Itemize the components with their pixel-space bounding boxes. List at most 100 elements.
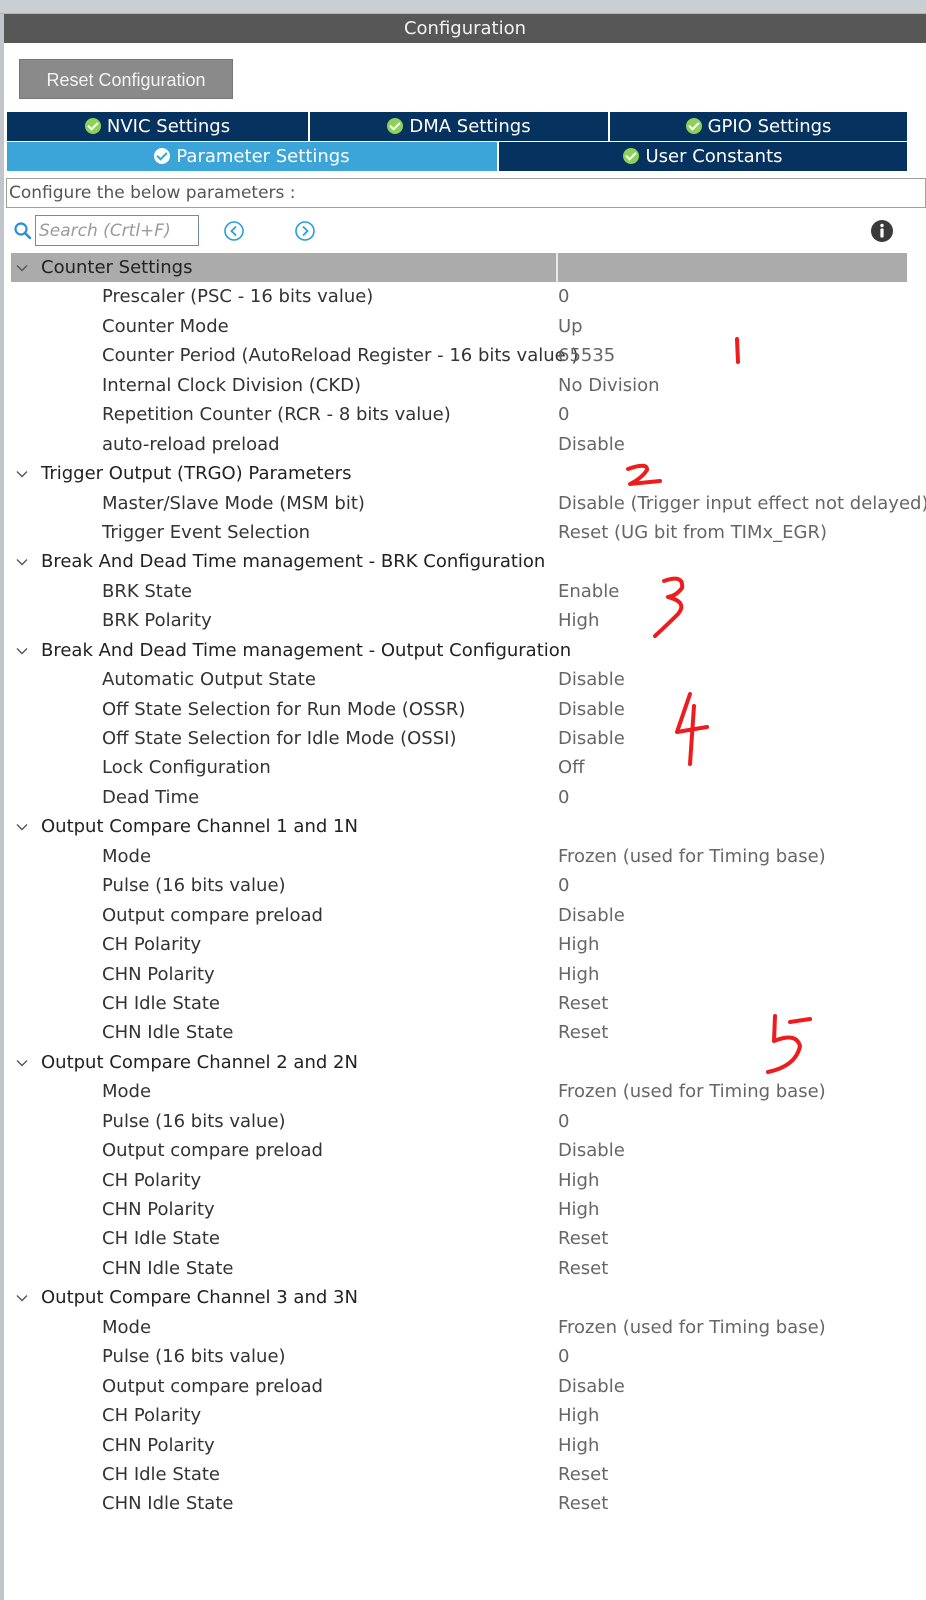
parameter-row[interactable]: Prescaler (PSC - 16 bits value) 0: [11, 282, 907, 311]
parameter-row[interactable]: CHN Polarity High: [11, 960, 907, 989]
parameter-value[interactable]: Reset: [558, 1460, 608, 1489]
parameter-row[interactable]: Output compare preload Disable: [11, 1372, 907, 1401]
chevron-down-icon[interactable]: [16, 821, 28, 833]
parameter-row[interactable]: CHN Polarity High: [11, 1431, 907, 1460]
parameter-value[interactable]: Disable: [558, 1136, 625, 1165]
parameter-value[interactable]: High: [558, 1195, 599, 1224]
parameter-row[interactable]: Mode Frozen (used for Timing base): [11, 1313, 907, 1342]
parameter-value[interactable]: Frozen (used for Timing base): [558, 1313, 826, 1342]
parameter-row[interactable]: Trigger Event Selection Reset (UG bit fro…: [11, 518, 907, 547]
reset-configuration-button[interactable]: Reset Configuration: [19, 59, 233, 99]
check-circle-icon: [84, 118, 101, 134]
parameter-value[interactable]: High: [558, 1166, 599, 1195]
parameter-value[interactable]: Reset: [558, 1254, 608, 1283]
chevron-down-icon[interactable]: [16, 262, 28, 274]
chevron-down-icon[interactable]: [16, 556, 28, 568]
parameter-value[interactable]: Disable: [558, 724, 625, 753]
parameter-row[interactable]: CH Polarity High: [11, 1401, 907, 1430]
parameter-value[interactable]: Enable: [558, 577, 619, 606]
parameter-row[interactable]: Lock Configuration Off: [11, 753, 907, 782]
parameter-value[interactable]: Disable: [558, 695, 625, 724]
parameter-name: CH Polarity: [102, 1169, 202, 1191]
parameter-value[interactable]: High: [558, 960, 599, 989]
parameter-row[interactable]: CHN Polarity High: [11, 1195, 907, 1224]
parameter-row[interactable]: Output compare preload Disable: [11, 901, 907, 930]
chevron-down-icon[interactable]: [16, 1292, 28, 1304]
parameter-row[interactable]: Pulse (16 bits value) 0: [11, 1342, 907, 1371]
parameter-value[interactable]: Reset: [558, 1224, 608, 1253]
parameter-row[interactable]: Pulse (16 bits value) 0: [11, 1107, 907, 1136]
parameter-value[interactable]: 0: [558, 1107, 569, 1136]
section-header[interactable]: Trigger Output (TRGO) Parameters: [11, 459, 907, 488]
section-header[interactable]: Break And Dead Time management - BRK Con…: [11, 547, 907, 576]
parameter-row[interactable]: CH Idle State Reset: [11, 989, 907, 1018]
parameter-row[interactable]: auto-reload preload Disable: [11, 430, 907, 459]
parameter-value[interactable]: 0: [558, 282, 569, 311]
parameter-value[interactable]: 0: [558, 400, 569, 429]
parameter-value[interactable]: 0: [558, 1342, 569, 1371]
parameter-row[interactable]: Repetition Counter (RCR - 8 bits value) 0: [11, 400, 907, 429]
parameter-value[interactable]: Frozen (used for Timing base): [558, 1077, 826, 1106]
parameter-value[interactable]: No Division: [558, 371, 660, 400]
parameter-row[interactable]: Off State Selection for Run Mode (OSSR) D…: [11, 695, 907, 724]
parameter-value[interactable]: Up: [558, 312, 583, 341]
info-icon[interactable]: [870, 219, 894, 243]
parameter-value[interactable]: Disable: [558, 665, 625, 694]
parameter-value[interactable]: Reset: [558, 989, 608, 1018]
parameter-value[interactable]: High: [558, 930, 599, 959]
parameter-row[interactable]: BRK Polarity High: [11, 606, 907, 635]
chevron-down-icon[interactable]: [16, 645, 28, 657]
parameter-row[interactable]: Automatic Output State Disable: [11, 665, 907, 694]
parameter-row[interactable]: Master/Slave Mode (MSM bit) Disable (Trig…: [11, 489, 926, 518]
parameter-value[interactable]: High: [558, 1401, 599, 1430]
tab-dma-settings[interactable]: DMA Settings: [310, 112, 608, 141]
parameter-row[interactable]: Off State Selection for Idle Mode (OSSI)…: [11, 724, 907, 753]
parameter-row[interactable]: CHN Idle State Reset: [11, 1018, 907, 1047]
parameter-row[interactable]: Mode Frozen (used for Timing base): [11, 842, 907, 871]
parameter-row[interactable]: Counter Mode Up: [11, 312, 907, 341]
parameter-row[interactable]: Dead Time 0: [11, 783, 907, 812]
section-header[interactable]: Counter Settings: [11, 253, 907, 283]
parameter-row[interactable]: Mode Frozen (used for Timing base): [11, 1077, 907, 1106]
parameter-value[interactable]: Disable: [558, 901, 625, 930]
section-header[interactable]: Output Compare Channel 3 and 3N: [11, 1283, 907, 1312]
parameter-value[interactable]: Disable (Trigger input effect not delaye…: [558, 489, 926, 518]
parameter-value[interactable]: Off: [558, 753, 585, 782]
parameter-row[interactable]: Pulse (16 bits value) 0: [11, 871, 907, 900]
tab-parameter-settings[interactable]: Parameter Settings: [7, 142, 497, 171]
search-input[interactable]: [35, 215, 199, 246]
parameter-row[interactable]: Output compare preload Disable: [11, 1136, 907, 1165]
parameter-row[interactable]: CH Idle State Reset: [11, 1460, 907, 1489]
tab-nvic-settings[interactable]: NVIC Settings: [7, 112, 308, 141]
parameter-value[interactable]: 0: [558, 783, 569, 812]
parameter-value[interactable]: Frozen (used for Timing base): [558, 842, 826, 871]
parameter-value[interactable]: Reset: [558, 1018, 608, 1047]
parameter-row[interactable]: CH Idle State Reset: [11, 1224, 907, 1253]
tab-user-constants[interactable]: User Constants: [499, 142, 907, 171]
chevron-down-icon[interactable]: [16, 1057, 28, 1069]
parameter-row[interactable]: CH Polarity High: [11, 930, 907, 959]
arrow-left-circle-icon[interactable]: [223, 220, 245, 242]
parameter-row[interactable]: CH Polarity High: [11, 1166, 907, 1195]
parameter-value[interactable]: Disable: [558, 430, 625, 459]
parameter-value[interactable]: High: [558, 1431, 599, 1460]
tab-gpio-settings[interactable]: GPIO Settings: [610, 112, 907, 141]
chevron-down-icon[interactable]: [16, 468, 28, 480]
parameter-value[interactable]: Disable: [558, 1372, 625, 1401]
parameter-value[interactable]: Reset: [558, 1489, 608, 1518]
section-header[interactable]: Output Compare Channel 2 and 2N: [11, 1048, 907, 1077]
parameter-name: CH Idle State: [102, 992, 221, 1014]
parameter-row[interactable]: CHN Idle State Reset: [11, 1254, 907, 1283]
arrow-right-circle-icon[interactable]: [294, 220, 316, 242]
parameter-value[interactable]: Reset (UG bit from TIMx_EGR): [558, 518, 827, 547]
parameter-row[interactable]: CHN Idle State Reset: [11, 1489, 907, 1518]
section-header[interactable]: Break And Dead Time management - Output …: [11, 636, 907, 665]
section-header[interactable]: Output Compare Channel 1 and 1N: [11, 812, 907, 841]
parameter-row[interactable]: Counter Period (AutoReload Register - 16…: [11, 341, 907, 370]
parameter-value[interactable]: 0: [558, 871, 569, 900]
check-circle-icon: [685, 118, 702, 134]
parameter-row[interactable]: BRK State Enable: [11, 577, 907, 606]
parameter-value[interactable]: High: [558, 606, 599, 635]
parameter-row[interactable]: Internal Clock Division (CKD) No Division: [11, 371, 907, 400]
parameter-value[interactable]: 65535: [558, 341, 615, 370]
